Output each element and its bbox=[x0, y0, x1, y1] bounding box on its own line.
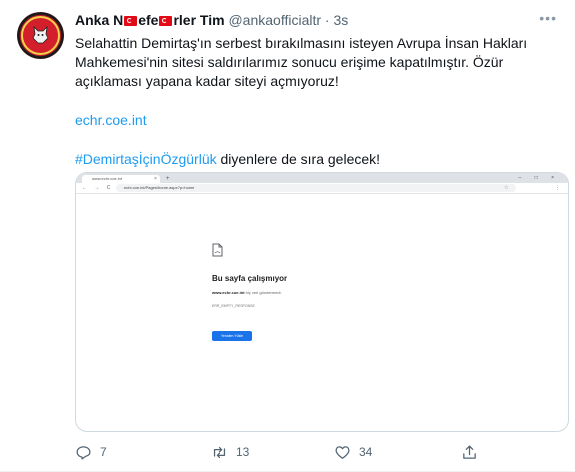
share-button[interactable] bbox=[461, 440, 478, 464]
share-icon bbox=[463, 444, 476, 459]
turkish-flag-icon bbox=[159, 16, 173, 26]
browser-address-bar: echr.coe.int/Pages/home.aspx?p=home bbox=[116, 184, 516, 192]
heart-icon bbox=[335, 445, 350, 459]
reply-count: 7 bbox=[100, 445, 107, 459]
tweet-actions: 7 13 34 bbox=[75, 440, 545, 464]
tweet[interactable]: Anka N efe rler Tim @ankaofficialtr · 3s •… bbox=[0, 0, 575, 472]
close-icon: × bbox=[154, 176, 157, 182]
author-handle[interactable]: @ankaofficialtr bbox=[228, 12, 321, 28]
browser-toolbar: ← → C echr.coe.int/Pages/home.aspx?p=hom… bbox=[76, 183, 568, 194]
tweet-link[interactable]: echr.coe.int bbox=[75, 112, 147, 128]
tweet-timestamp[interactable]: 3s bbox=[333, 12, 348, 28]
tweet-paragraph: #DemirtaşİçinÖzgürlük diyenlere de sıra … bbox=[75, 150, 545, 169]
author-name-part: efe bbox=[138, 12, 159, 28]
error-title: Bu sayfa çalışmıyor bbox=[212, 274, 288, 283]
separator-dot: · bbox=[324, 12, 330, 28]
retweet-count: 13 bbox=[236, 445, 250, 459]
error-description-text: hiç veri göndermedi. bbox=[244, 290, 282, 295]
reply-button[interactable]: 7 bbox=[75, 440, 107, 464]
star-icon: ☆ bbox=[504, 185, 509, 191]
new-tab-icon: + bbox=[166, 176, 170, 182]
error-description: www.echr.coe.int hiç veri göndermedi. bbox=[212, 290, 282, 295]
broken-page-icon bbox=[212, 243, 223, 257]
error-domain: www.echr.coe.int bbox=[212, 290, 245, 295]
more-horizontal-icon[interactable]: ••• bbox=[539, 10, 557, 26]
tweet-paragraph: Selahattin Demirtaş'ın serbest bırakılma… bbox=[75, 35, 528, 89]
tweet-paragraph: echr.coe.int bbox=[75, 111, 545, 130]
author-name-part: Anka N bbox=[75, 12, 124, 28]
tweet-text: Selahattin Demirtaş'ın serbest bırakılma… bbox=[75, 34, 545, 169]
reload-button: Yeniden Yükle bbox=[212, 331, 252, 341]
like-count: 34 bbox=[359, 445, 373, 459]
avatar[interactable] bbox=[17, 12, 64, 59]
browser-menu-icon: ⋮ bbox=[555, 185, 560, 191]
reply-icon bbox=[76, 445, 91, 460]
tweet-media-image[interactable]: www.echr.coe.int × + – □ × ← → C echr.co… bbox=[75, 172, 569, 432]
tweet-header: Anka N efe rler Tim @ankaofficialtr · 3s bbox=[75, 12, 555, 30]
retweet-icon bbox=[213, 446, 226, 458]
browser-nav-buttons: ← → C bbox=[82, 185, 114, 191]
browser-url: echr.coe.int/Pages/home.aspx?p=home bbox=[124, 185, 195, 190]
like-button[interactable]: 34 bbox=[334, 440, 372, 464]
wolf-emblem-icon bbox=[32, 25, 49, 44]
turkish-flag-icon bbox=[124, 16, 138, 26]
author-name-part: rler Tim bbox=[173, 12, 225, 28]
window-controls: – □ × bbox=[518, 175, 560, 181]
hashtag-link[interactable]: #DemirtaşİçinÖzgürlük bbox=[75, 151, 217, 167]
error-code: ERR_EMPTY_RESPONSE bbox=[212, 304, 255, 308]
author-name[interactable]: Anka N efe rler Tim bbox=[75, 12, 225, 28]
browser-tab-title: www.echr.coe.int bbox=[92, 176, 123, 181]
tweet-text-rest: diyenlere de sıra gelecek! bbox=[216, 151, 381, 167]
browser-tab: www.echr.coe.int × bbox=[82, 175, 160, 183]
retweet-button[interactable]: 13 bbox=[211, 440, 249, 464]
browser-tab-bar: www.echr.coe.int × + – □ × bbox=[76, 173, 568, 183]
